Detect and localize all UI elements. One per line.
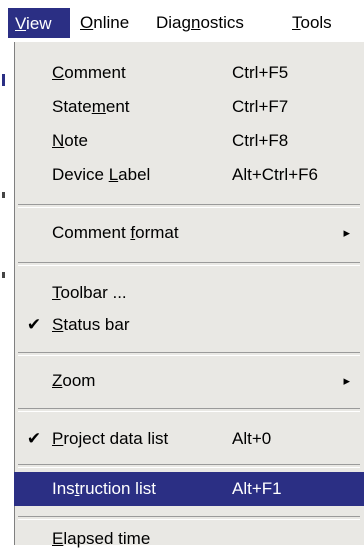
menu-diagnostics-label: ostics bbox=[200, 13, 244, 32]
label-mnemonic: L bbox=[108, 165, 119, 184]
menu-separator bbox=[18, 262, 360, 266]
menu-item-statement[interactable]: Statement Ctrl+F7 bbox=[14, 90, 364, 124]
menu-item-label: Zoom bbox=[52, 364, 95, 398]
menu-item-toolbar[interactable]: Toolbar ... bbox=[14, 276, 364, 310]
menu-tools-label: ools bbox=[300, 13, 332, 32]
screenshot-frame: View Online Diagnostics Tools Comment Ct… bbox=[0, 0, 364, 548]
menu-online[interactable]: Online bbox=[74, 8, 135, 38]
menu-item-label: Elapsed time bbox=[52, 522, 150, 556]
label-pre: Device bbox=[52, 165, 109, 184]
menu-item-device-label[interactable]: Device Label Alt+Ctrl+F6 bbox=[14, 158, 364, 192]
checkmark-icon: ✔ bbox=[26, 315, 42, 334]
menu-diagnostics[interactable]: Diagnostics bbox=[150, 8, 250, 38]
menu-separator bbox=[18, 408, 360, 412]
menu-separator bbox=[18, 352, 360, 356]
menu-item-shortcut: Alt+F1 bbox=[232, 479, 282, 498]
label-post: oolbar ... bbox=[60, 283, 127, 302]
menu-item-label: Status bar bbox=[52, 308, 130, 342]
menu-item-status-bar[interactable]: ✔ Status bar bbox=[14, 308, 364, 342]
menu-item-shortcut: Alt+Ctrl+F6 bbox=[232, 165, 318, 184]
menu-item-shortcut: Ctrl+F7 bbox=[232, 97, 289, 116]
underlying-window-edge bbox=[0, 42, 12, 545]
menu-item-label: Statement bbox=[52, 90, 130, 124]
menu-item-shortcut: Ctrl+F5 bbox=[232, 63, 289, 82]
menu-item-elapsed-time[interactable]: Elapsed time bbox=[14, 522, 364, 556]
menu-item-shortcut: Alt+0 bbox=[232, 429, 272, 448]
label-post: abel bbox=[118, 165, 151, 184]
submenu-arrow-icon: ▸ bbox=[343, 373, 350, 388]
menu-tools-mnemonic: T bbox=[292, 13, 301, 32]
menu-item-label: Note bbox=[52, 124, 88, 158]
label-mnemonic: P bbox=[52, 429, 64, 448]
label-mnemonic: S bbox=[52, 315, 64, 334]
menu-item-instruction-list[interactable]: Instruction list Alt+F1 bbox=[14, 472, 364, 506]
edge-marker bbox=[2, 272, 5, 278]
label-mnemonic: N bbox=[52, 131, 65, 150]
menu-view[interactable]: View bbox=[8, 8, 70, 38]
menu-item-label: Device Label bbox=[52, 158, 150, 192]
menu-separator bbox=[18, 464, 360, 468]
label-pre: Comment bbox=[52, 223, 131, 242]
menu-item-shortcut: Ctrl+F8 bbox=[232, 131, 289, 150]
label-pre: Ins bbox=[52, 479, 75, 498]
menu-separator bbox=[18, 516, 360, 520]
menu-separator bbox=[18, 204, 360, 208]
label-post: ote bbox=[64, 131, 88, 150]
menu-item-label: Toolbar ... bbox=[52, 276, 127, 310]
label-post: ruction list bbox=[79, 479, 156, 498]
menu-online-label: nline bbox=[93, 13, 130, 32]
label-mnemonic: m bbox=[91, 97, 106, 116]
label-post: ent bbox=[105, 97, 130, 116]
label-post: omment bbox=[64, 63, 126, 82]
menu-item-note[interactable]: Note Ctrl+F8 bbox=[14, 124, 364, 158]
edge-marker bbox=[2, 192, 5, 198]
submenu-arrow-icon: ▸ bbox=[343, 225, 350, 240]
menu-item-label: Project data list bbox=[52, 422, 168, 456]
label-mnemonic: C bbox=[52, 63, 65, 82]
label-post: tatus bar bbox=[63, 315, 130, 334]
label-post: lapsed time bbox=[63, 529, 151, 548]
label-mnemonic: Z bbox=[52, 371, 63, 390]
menu-bar: View Online Diagnostics Tools bbox=[0, 0, 364, 43]
label-post: oom bbox=[62, 371, 96, 390]
menu-item-label: Comment format bbox=[52, 216, 179, 250]
menu-view-label: iew bbox=[26, 14, 52, 33]
menu-item-project-data-list[interactable]: ✔ Project data list Alt+0 bbox=[14, 422, 364, 456]
menu-online-mnemonic: O bbox=[80, 13, 94, 32]
menu-item-label: Instruction list bbox=[52, 472, 156, 506]
label-post: ormat bbox=[135, 223, 179, 242]
menu-tools[interactable]: Tools bbox=[286, 8, 338, 38]
menu-item-comment-format[interactable]: Comment format ▸ bbox=[14, 216, 364, 250]
label-post: roject data list bbox=[63, 429, 169, 448]
edge-marker bbox=[2, 74, 5, 86]
menu-item-zoom[interactable]: Zoom ▸ bbox=[14, 364, 364, 398]
menu-item-comment[interactable]: Comment Ctrl+F5 bbox=[14, 56, 364, 90]
menu-item-label: Comment bbox=[52, 56, 126, 90]
view-dropdown-menu: Comment Ctrl+F5 Statement Ctrl+F7 Note C… bbox=[12, 42, 364, 548]
label-mnemonic: T bbox=[52, 283, 61, 302]
menu-diagnostics-pre: Diag bbox=[156, 13, 191, 32]
checkmark-icon: ✔ bbox=[26, 429, 42, 448]
menu-view-mnemonic: V bbox=[15, 14, 27, 33]
label-pre: State bbox=[52, 97, 92, 116]
label-mnemonic: E bbox=[52, 529, 64, 548]
